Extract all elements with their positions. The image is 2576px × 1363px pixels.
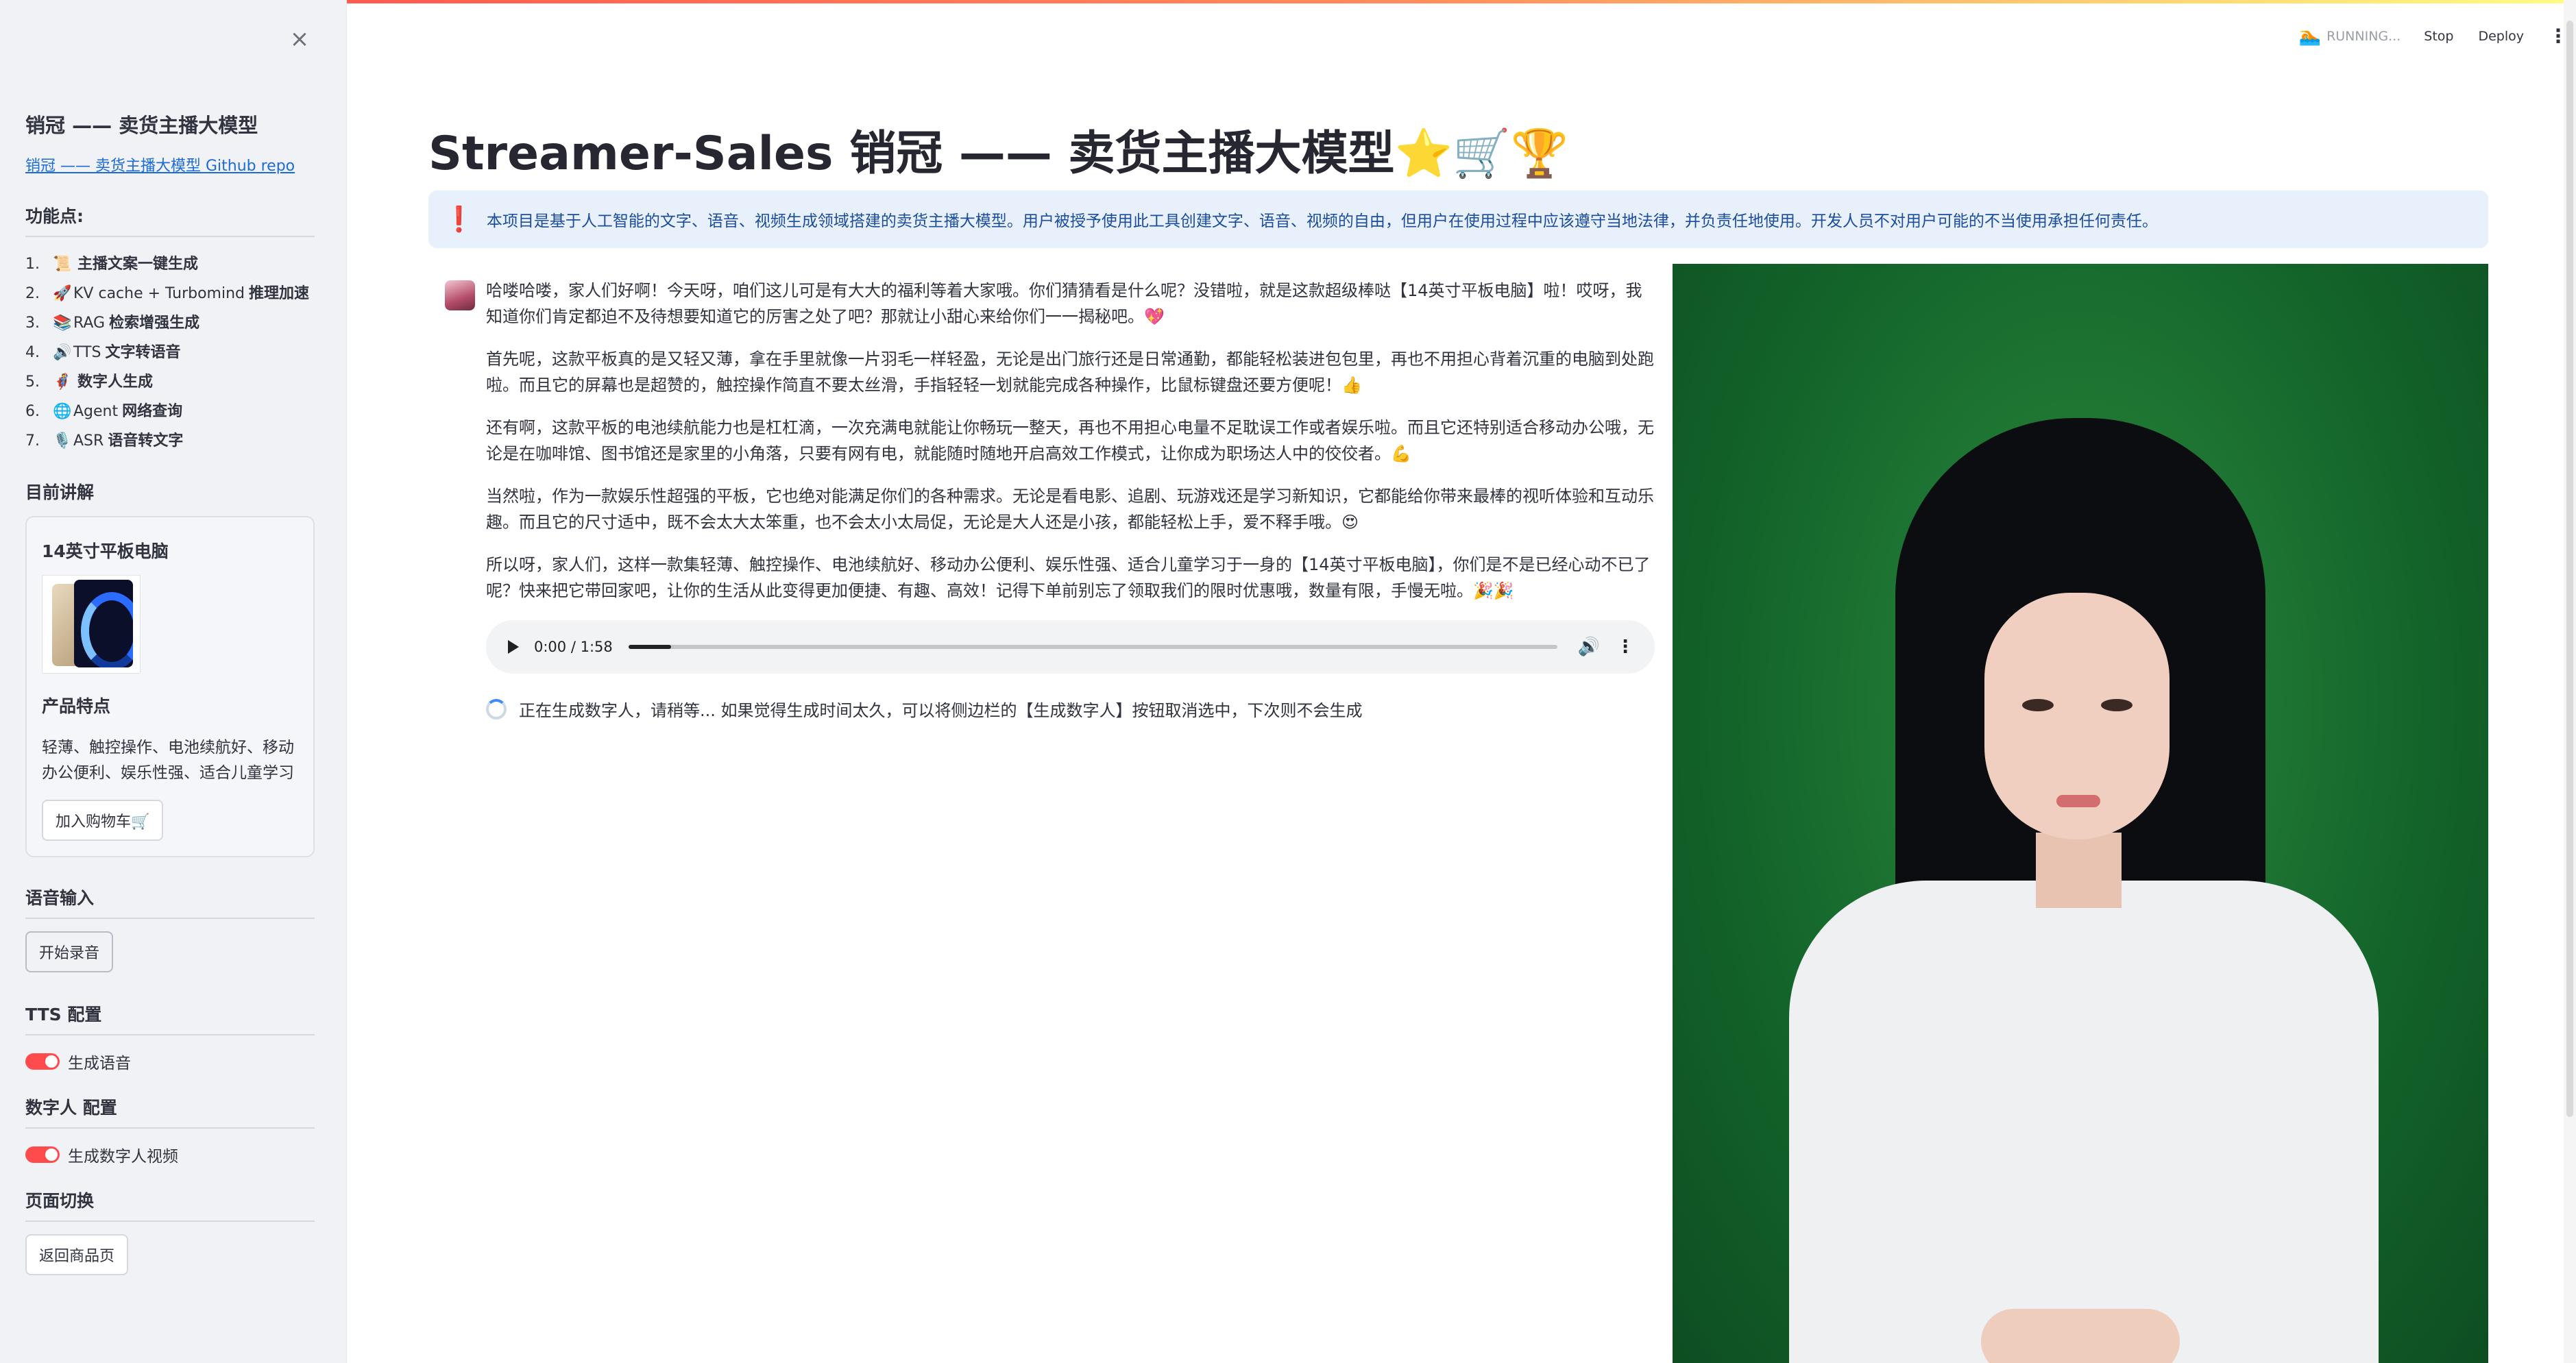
tts-toggle-row[interactable]: 生成语音 xyxy=(25,1048,315,1075)
feature-label: 语音转文字 xyxy=(108,432,184,450)
feature-item: 2. 🚀 KV cache + Turbomind 推理加速 xyxy=(25,279,315,308)
close-sidebar-icon[interactable]: × xyxy=(288,27,311,51)
message-paragraph: 所以呀，家人们，这样一款集轻薄、触控操作、电池续航好、移动办公便利、娱乐性强、适… xyxy=(486,555,1651,600)
feature-label: 推理加速 xyxy=(249,285,310,302)
feature-number: 7. xyxy=(25,432,40,450)
microphone-icon: 🎙️ xyxy=(53,432,72,450)
page-title: Streamer-Sales 销冠 —— 卖货主播大模型⭐🛒🏆 xyxy=(428,127,1569,181)
github-repo-link[interactable]: 销冠 —— 卖货主播大模型 Github repo xyxy=(25,154,315,175)
feature-prefix: TTS xyxy=(73,344,101,361)
volume-icon[interactable]: 🔊 xyxy=(1578,637,1600,657)
deploy-button[interactable]: Deploy xyxy=(2478,29,2524,44)
play-icon[interactable] xyxy=(508,640,519,654)
feature-item: 1. 📜 主播文案一键生成 xyxy=(25,249,315,279)
tts-toggle[interactable] xyxy=(25,1053,60,1070)
tablet-swirl-shape xyxy=(81,592,133,667)
portrait-right-eye-shape xyxy=(2101,699,2133,711)
sidebar-content: 销冠 —— 卖货主播大模型 销冠 —— 卖货主播大模型 Github repo … xyxy=(25,110,315,1275)
portrait-shirt-shape xyxy=(1789,881,2379,1363)
disclaimer-alert: ❗ 本项目是基于人工智能的文字、语音、视频生成领域搭建的卖货主播大模型。用户被授… xyxy=(428,191,2488,248)
feature-label: 主播文案一键生成 xyxy=(77,256,199,273)
audio-time: 0:00 / 1:58 xyxy=(534,639,613,655)
books-icon: 📚 xyxy=(53,315,72,332)
product-image xyxy=(42,575,141,674)
audio-player: 0:00 / 1:58 🔊 ⋮ xyxy=(486,620,1655,674)
feature-number: 6. xyxy=(25,403,40,420)
audio-more-icon[interactable]: ⋮ xyxy=(1616,637,1634,657)
feature-number: 5. xyxy=(25,373,40,391)
feature-number: 1. xyxy=(25,256,40,273)
generation-status-text: 正在生成数字人，请稍等... 如果觉得生成时间太久，可以将侧边栏的【生成数字人】… xyxy=(519,701,1363,720)
superhero-icon: 🦸 xyxy=(53,373,72,391)
product-features-text: 轻薄、触控操作、电池续航好、移动办公便利、娱乐性强、适合儿童学习 xyxy=(42,739,294,782)
feature-prefix: Agent xyxy=(73,403,119,420)
message-body: 哈喽哈喽，家人们好啊！今天呀，咱们这儿可是有大大的福利等着大家哦。你们猜猜看是什… xyxy=(486,278,1655,721)
feature-label: 检索增强生成 xyxy=(109,315,200,332)
feature-item: 5. 🦸 数字人生成 xyxy=(25,367,315,397)
feature-item: 6. 🌐 Agent 网络查询 xyxy=(25,397,315,426)
portrait-hands-shape xyxy=(1981,1309,2180,1363)
message-paragraph: 首先呢，这款平板真的是又轻又薄，拿在手里就像一片羽毛一样轻盈，无论是出门旅行还是… xyxy=(486,349,1654,395)
exclamation-icon: ❗ xyxy=(443,206,474,234)
portrait-left-eye-shape xyxy=(2022,699,2054,711)
tablet-screen-shape xyxy=(74,580,133,667)
current-product-heading: 目前讲解 xyxy=(25,482,95,502)
assistant-avatar xyxy=(445,280,475,310)
scrollbar-thumb[interactable] xyxy=(2566,21,2573,1117)
features-list: 1. 📜 主播文案一键生成 2. 🚀 KV cache + Turbomind 推理加速 … xyxy=(25,249,315,456)
scroll-icon: 📜 xyxy=(53,256,72,273)
top-decoration-bar xyxy=(0,0,2576,3)
feature-number: 2. xyxy=(25,285,40,302)
feature-label: 数字人生成 xyxy=(77,373,154,391)
speaker-icon: 🔊 xyxy=(53,344,72,361)
rocket-icon: 🚀 xyxy=(53,285,72,302)
loading-spinner-icon xyxy=(486,698,507,720)
portrait-lips-shape xyxy=(2056,795,2100,807)
generation-status: 正在生成数字人，请稍等... 如果觉得生成时间太久，可以将侧边栏的【生成数字人】… xyxy=(486,697,1655,721)
globe-icon: 🌐 xyxy=(53,403,72,420)
features-heading: 功能点: xyxy=(25,203,315,237)
sidebar-title: 销冠 —— 卖货主播大模型 xyxy=(25,114,258,137)
message-paragraph: 还有啊，这款平板的电池续航能力也是杠杠滴，一次充满电就能让你畅玩一整天，再也不用… xyxy=(486,418,1654,463)
message-paragraph: 当然啦，作为一款娱乐性超强的平板，它也绝对能满足你们的各种需求。无论是看电影、追… xyxy=(486,487,1654,532)
stop-button[interactable]: Stop xyxy=(2424,29,2453,44)
page-switch-heading: 页面切换 xyxy=(25,1188,315,1222)
feature-item: 3. 📚 RAG 检索增强生成 xyxy=(25,308,315,338)
feature-prefix: ASR xyxy=(73,432,104,450)
message-paragraph: 哈喽哈喽，家人们好啊！今天呀，咱们这儿可是有大大的福利等着大家哦。你们猜猜看是什… xyxy=(486,281,1642,326)
digital-human-config-heading: 数字人 配置 xyxy=(25,1094,315,1129)
running-swimmer-icon: 🏊 xyxy=(2298,25,2322,47)
main-menu-icon[interactable]: ⋮ xyxy=(2549,25,2568,47)
back-to-products-button[interactable]: 返回商品页 xyxy=(25,1234,129,1275)
feature-number: 3. xyxy=(25,315,40,332)
feature-item: 7. 🎙️ ASR 语音转文字 xyxy=(25,426,315,456)
feature-prefix: KV cache + Turbomind xyxy=(73,285,245,302)
tts-config-heading: TTS 配置 xyxy=(25,1001,315,1035)
feature-prefix: RAG xyxy=(73,315,106,332)
app-status-bar: 🏊 RUNNING... Stop Deploy ⋮ xyxy=(2298,25,2568,47)
page-scrollbar[interactable] xyxy=(2564,0,2576,1363)
audio-progress-track[interactable] xyxy=(629,645,1557,649)
disclaimer-text: 本项目是基于人工智能的文字、语音、视频生成领域搭建的卖货主播大模型。用户被授予使… xyxy=(486,212,2158,230)
running-status: RUNNING... xyxy=(2326,28,2401,44)
feature-label: 文字转语音 xyxy=(105,344,181,361)
tts-toggle-label: 生成语音 xyxy=(68,1055,131,1072)
portrait-neck-shape xyxy=(2036,833,2122,908)
product-features-title: 产品特点 xyxy=(42,696,111,716)
digital-human-toggle-row[interactable]: 生成数字人视频 xyxy=(25,1141,315,1168)
feature-number: 4. xyxy=(25,344,40,361)
sidebar: × 销冠 —— 卖货主播大模型 销冠 —— 卖货主播大模型 Github rep… xyxy=(0,0,347,1363)
feature-item: 4. 🔊 TTS 文字转语音 xyxy=(25,338,315,367)
digital-human-toggle[interactable] xyxy=(25,1146,60,1163)
product-name: 14英寸平板电脑 xyxy=(42,541,169,561)
audio-progress-fill xyxy=(629,645,672,649)
start-recording-button[interactable]: 开始录音 xyxy=(25,931,114,972)
feature-label: 网络查询 xyxy=(122,403,183,420)
digital-human-portrait xyxy=(1673,264,2488,1363)
add-to-cart-button[interactable]: 加入购物车🛒 xyxy=(42,800,164,841)
digital-human-toggle-label: 生成数字人视频 xyxy=(68,1148,178,1166)
voice-input-heading: 语音输入 xyxy=(25,885,315,919)
product-card: 14英寸平板电脑 产品特点 轻薄、触控操作、电池续航好、移动办公便利、娱乐性强、… xyxy=(25,516,315,857)
